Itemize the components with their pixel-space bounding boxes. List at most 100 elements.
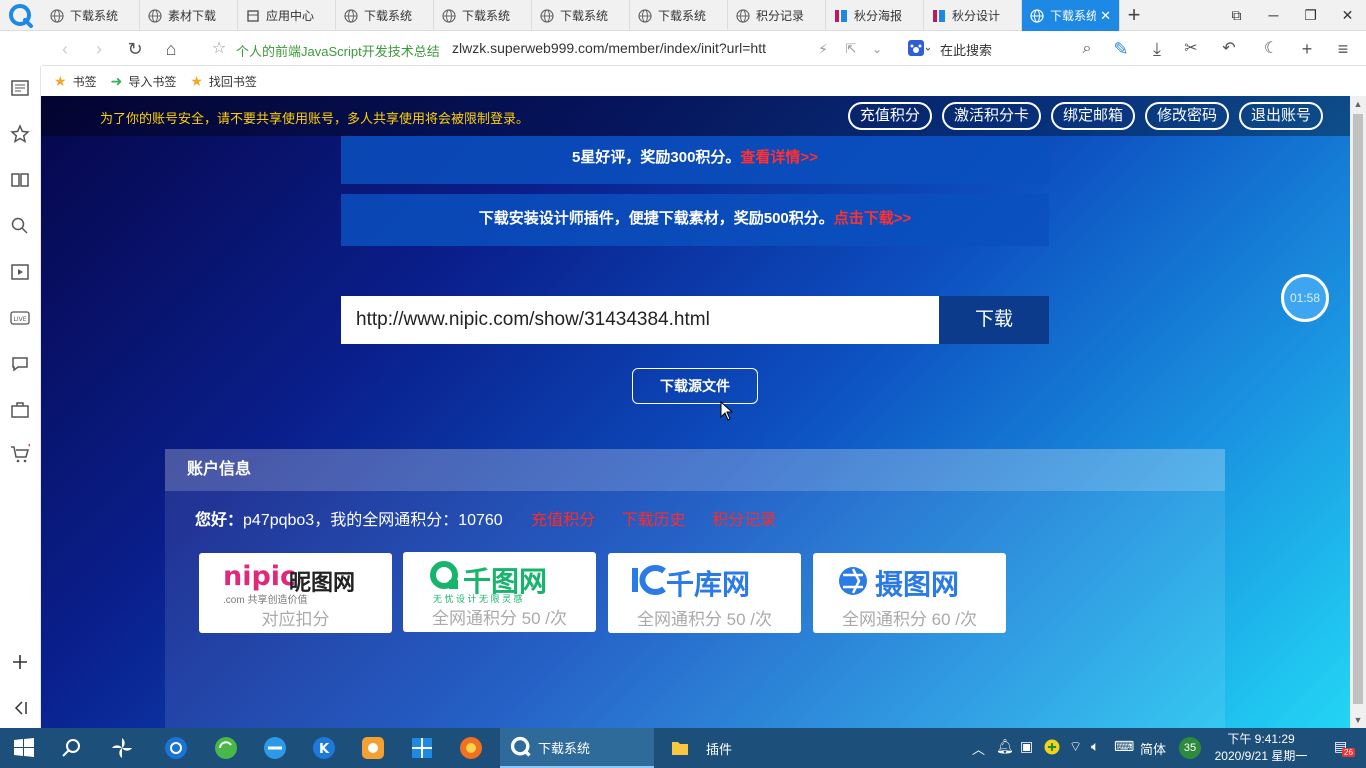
browser-tab[interactable]: 下载系统 ✕	[1022, 0, 1120, 31]
notice-bar: 为了你的账号安全，请不要共享使用账号，多人共享使用将会被限制登录。 充值积分 激…	[41, 96, 1350, 136]
browser-tab[interactable]: 秋分海报	[826, 0, 924, 31]
url-field[interactable]: zlwzk.superweb999.com/member/index/init?…	[452, 40, 802, 56]
tab-manager-icon[interactable]: ⧉	[1218, 0, 1255, 31]
site-card-588ku[interactable]: 千库网 全网通积分 50 /次	[608, 553, 801, 633]
logout-button[interactable]: 退出账号	[1238, 102, 1323, 130]
shetu-logo: 摄图网	[813, 559, 1006, 603]
search-icon[interactable]	[60, 736, 84, 760]
live-icon[interactable]: LIVE	[10, 308, 30, 328]
refresh-button[interactable]: ↻	[122, 36, 148, 62]
close-tab-icon[interactable]: ✕	[1100, 8, 1111, 24]
close-window-button[interactable]: ✕	[1329, 0, 1366, 31]
points-record-link[interactable]: 积分记录	[712, 512, 776, 529]
chat-icon[interactable]	[10, 354, 30, 374]
windows-start-icon[interactable]	[12, 736, 36, 760]
new-tab-button[interactable]: +	[1120, 0, 1148, 31]
k-app-icon[interactable]: K	[312, 736, 336, 760]
recharge-points-link[interactable]: 充值积分	[531, 512, 595, 529]
browser-tab[interactable]: 下载系统	[434, 0, 532, 31]
site-card-58pic[interactable]: 千图网 无 忧 设 计 无 限 灵 感 全网通积分 50 /次	[403, 552, 596, 632]
site-card-nipic[interactable]: nipic 昵图网 .com 共享创造价值 对应扣分	[199, 553, 392, 633]
bookmark-item-import[interactable]: ➜ 导入书签	[111, 73, 177, 90]
green-refresh-app-icon[interactable]	[214, 736, 238, 760]
bind-email-button[interactable]: 绑定邮箱	[1050, 102, 1135, 130]
orange-app-icon[interactable]	[361, 736, 385, 760]
scroll-up-arrow-icon[interactable]: ▲	[1350, 96, 1366, 112]
cart-icon[interactable]	[10, 444, 30, 464]
home-button[interactable]: ⌂	[158, 36, 184, 62]
browser-tab[interactable]: 下载系统	[42, 0, 140, 31]
scissors-icon[interactable]: ✂	[1178, 36, 1204, 62]
browser-tab[interactable]: 积分记录	[728, 0, 826, 31]
chevron-down-icon[interactable]: ⌄	[864, 36, 890, 62]
back-button[interactable]: ‹	[52, 36, 78, 62]
browser-logo-icon[interactable]	[8, 3, 34, 29]
volume-icon[interactable]: 🔈︎	[1091, 738, 1099, 755]
search-icon[interactable]: ⌕	[1074, 36, 1100, 62]
browser-tab[interactable]: 下载系统	[630, 0, 728, 31]
briefcase-icon[interactable]	[10, 400, 30, 420]
brush-icon[interactable]: ✎	[1108, 36, 1134, 62]
reader-icon[interactable]	[10, 170, 30, 190]
lightning-icon[interactable]: ⚡	[810, 36, 836, 62]
download-icon[interactable]: ⤓	[1144, 36, 1170, 62]
add-icon[interactable]: +	[1294, 36, 1320, 62]
scroll-down-arrow-icon[interactable]: ▼	[1350, 712, 1366, 728]
activate-card-button[interactable]: 激活积分卡	[941, 102, 1041, 130]
restore-button[interactable]: ❐	[1292, 0, 1329, 31]
night-mode-icon[interactable]: ☾	[1258, 36, 1284, 62]
chevron-up-icon[interactable]: ︿	[972, 739, 985, 758]
system-clock[interactable]: 下午 9:41:29 2020/9/21 星期一	[1206, 731, 1316, 765]
forward-button[interactable]: ›	[86, 36, 112, 62]
menu-icon[interactable]: ≡	[1330, 36, 1356, 62]
browser-tab[interactable]: 下载系统	[532, 0, 630, 31]
search-icon[interactable]	[10, 216, 30, 236]
grid-app-icon[interactable]	[410, 736, 434, 760]
media-player-icon[interactable]	[164, 736, 188, 760]
plus-badge-icon[interactable]	[1044, 739, 1060, 755]
globe-icon	[736, 8, 750, 23]
display-icon[interactable]: ▣	[1020, 738, 1033, 755]
download-button[interactable]: 下载	[939, 296, 1049, 344]
network-icon[interactable]: ⌨	[1114, 738, 1134, 755]
browser-tab[interactable]: 应用中心	[238, 0, 336, 31]
wifi-icon[interactable]: ⌔	[1069, 738, 1082, 756]
collapse-sidebar-icon[interactable]	[10, 698, 30, 718]
page-scrollbar[interactable]: ▲ ▼	[1350, 96, 1366, 728]
favorite-star-icon[interactable]: ☆	[206, 36, 232, 62]
browser-tab[interactable]: 下载系统	[336, 0, 434, 31]
scroll-thumb[interactable]	[1353, 114, 1363, 704]
firefox-like-icon[interactable]	[459, 736, 483, 760]
view-details-link[interactable]: 查看详情>>	[740, 149, 818, 166]
tab-label: 积分记录	[756, 9, 805, 23]
minimize-button[interactable]: ─	[1255, 0, 1292, 31]
download-history-link[interactable]: 下载历史	[622, 512, 686, 529]
favorites-icon[interactable]	[10, 124, 30, 144]
add-icon[interactable]	[10, 652, 30, 672]
video-icon[interactable]	[10, 262, 30, 282]
security-badge[interactable]: 35	[1179, 737, 1201, 759]
site-card-699pic[interactable]: 摄图网 全网通积分 60 /次	[813, 553, 1006, 633]
undo-icon[interactable]: ↶	[1216, 36, 1242, 62]
recharge-points-button[interactable]: 充值积分	[847, 102, 932, 130]
bookmark-item-bookmarks[interactable]: ★ 书签	[54, 73, 97, 90]
task-folder[interactable]: 插件	[660, 728, 812, 768]
task-browser[interactable]: 下载系统	[500, 728, 654, 768]
browser-tab[interactable]: 素材下载	[140, 0, 238, 31]
bookmark-item-recover[interactable]: ★ 找回书签	[190, 73, 257, 90]
search-box[interactable]: 在此搜索	[906, 36, 1102, 62]
download-plugin-link[interactable]: 点击下载>>	[834, 210, 912, 227]
ime-indicator[interactable]: 简体	[1140, 739, 1166, 758]
brand-icon	[933, 9, 945, 22]
ie-browser-icon[interactable]	[263, 736, 287, 760]
browser-tab[interactable]: 秋分设计	[924, 0, 1022, 31]
pinwheel-app-icon[interactable]	[110, 736, 134, 760]
resource-url-input[interactable]	[341, 296, 939, 344]
change-password-button[interactable]: 修改密码	[1144, 102, 1229, 130]
share-icon[interactable]: ⇱	[838, 36, 864, 62]
folder-icon	[672, 742, 688, 755]
download-source-file-button[interactable]: 下载源文件	[632, 368, 758, 404]
news-icon[interactable]	[10, 78, 30, 98]
bell-icon[interactable]: 🔔︎	[996, 738, 1014, 755]
globe-icon	[540, 8, 554, 23]
